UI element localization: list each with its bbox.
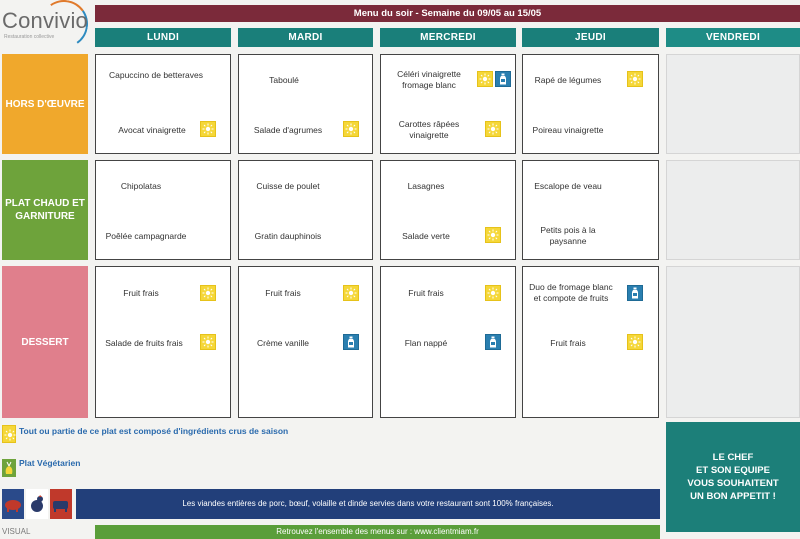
dish-mardi-dessert-2: Crème vanille — [257, 338, 309, 348]
day-header-vendredi: VENDREDI — [666, 28, 800, 47]
category-hors-doeuvre: HORS D'ŒUVRE — [2, 54, 88, 154]
cell-mercredi-hors: Céléri vinaigrette fromage blanc Carotte… — [380, 54, 516, 154]
dish-mercredi-hors-1: Céléri vinaigrette fromage blanc — [397, 69, 461, 90]
chef-message: LE CHEF ET SON EQUIPE VOUS SOUHAITENT UN… — [666, 422, 800, 532]
dish-jeudi-dessert-1: Duo de fromage blanc et compote de fruit… — [529, 282, 613, 303]
dish-lundi-dessert-2: Salade de fruits frais — [105, 338, 183, 348]
bottom-left-text: VISUAL — [2, 527, 31, 536]
menu-title: Menu du soir - Semaine du 09/05 au 15/05 — [95, 5, 800, 22]
dish-mardi-hors-2: Salade d'agrumes — [253, 125, 323, 135]
dish-lundi-plat-1: Chipolatas — [120, 181, 162, 191]
chef-line-1: LE CHEF — [712, 452, 754, 463]
cell-mercredi-plat: Lasagnes Salade verte — [380, 160, 516, 260]
cell-mardi-dessert: Fruit frais Crème vanille — [238, 266, 373, 418]
cell-mardi-hors: Taboulé Salade d'agrumes — [238, 54, 373, 154]
sun-icon — [343, 121, 359, 137]
convivio-logo: Convivio Restauration collective — [2, 0, 92, 52]
dish-jeudi-hors-1: Rapé de légumes — [534, 75, 602, 85]
cow-icon — [50, 489, 72, 519]
sun-icon — [200, 334, 216, 350]
chef-line-2: ET SON EQUIPE — [696, 465, 770, 476]
logo-tagline: Restauration collective — [4, 34, 55, 40]
day-header-jeudi: JEUDI — [522, 28, 659, 47]
meat-origin-icons — [2, 489, 72, 519]
sun-icon — [485, 285, 501, 301]
category-plat-chaud: PLAT CHAUD ET GARNITURE — [2, 160, 88, 260]
milk-bottle-icon — [343, 334, 359, 350]
cell-mercredi-dessert: Fruit frais Flan nappé — [380, 266, 516, 418]
cell-jeudi-dessert: Duo de fromage blanc et compote de fruit… — [522, 266, 659, 418]
cell-mardi-plat: Cuisse de poulet Gratin dauphinois — [238, 160, 373, 260]
chef-line-3: VOUS SOUHAITENT — [687, 478, 779, 489]
cell-vendredi-plat — [666, 160, 800, 260]
dish-jeudi-hors-2: Poireau vinaigrette — [532, 125, 604, 135]
cell-lundi-plat: Chipolatas Poêlée campagnarde — [95, 160, 231, 260]
dish-mercredi-dessert-1: Fruit frais — [408, 288, 444, 298]
dish-mercredi-dessert-2: Flan nappé — [404, 338, 448, 348]
dish-jeudi-dessert-2: Fruit frais — [550, 338, 586, 348]
dish-jeudi-plat-1: Escalope de veau — [534, 181, 602, 191]
dish-jeudi-plat-2: Petits pois à la paysanne — [540, 225, 596, 246]
sun-icon — [2, 425, 16, 443]
legend-vegetarian: Plat Végétarien — [19, 458, 81, 468]
dish-mercredi-plat-2: Salade verte — [402, 231, 450, 241]
dish-mardi-dessert-1: Fruit frais — [265, 288, 301, 298]
cell-vendredi-dessert — [666, 266, 800, 418]
dish-mardi-plat-2: Gratin dauphinois — [254, 231, 322, 241]
day-header-lundi: LUNDI — [95, 28, 231, 47]
sun-icon — [477, 71, 493, 87]
dish-mercredi-hors-2: Carottes râpées vinaigrette — [398, 119, 460, 140]
dish-lundi-hors-1: Capuccino de betteraves — [108, 70, 204, 80]
chicken-icon — [26, 489, 48, 519]
sun-icon — [485, 121, 501, 137]
cell-lundi-dessert: Fruit frais Salade de fruits frais — [95, 266, 231, 418]
website-bar: Retrouvez l'ensemble des menus sur : www… — [95, 525, 660, 539]
sun-icon — [200, 285, 216, 301]
meat-origin-banner: Les viandes entières de porc, bœuf, vola… — [76, 489, 660, 519]
milk-bottle-icon — [495, 71, 511, 87]
dish-lundi-plat-2: Poêlée campagnarde — [105, 231, 187, 241]
chef-line-4: UN BON APPETIT ! — [690, 491, 776, 502]
dish-lundi-hors-2: Avocat vinaigrette — [118, 125, 186, 135]
cell-jeudi-hors: Rapé de légumes Poireau vinaigrette — [522, 54, 659, 154]
sun-icon — [627, 71, 643, 87]
day-header-mardi: MARDI — [238, 28, 373, 47]
dish-mercredi-plat-1: Lasagnes — [407, 181, 445, 191]
cell-jeudi-plat: Escalope de veau Petits pois à la paysan… — [522, 160, 659, 260]
dish-mardi-plat-1: Cuisse de poulet — [256, 181, 320, 191]
cell-vendredi-hors — [666, 54, 800, 154]
cell-lundi-hors: Capuccino de betteraves Avocat vinaigret… — [95, 54, 231, 154]
dish-mardi-hors-1: Taboulé — [269, 75, 299, 85]
logo-text: Convivio — [2, 8, 88, 33]
milk-bottle-icon — [627, 285, 643, 301]
category-dessert: DESSERT — [2, 266, 88, 418]
legend-seasonal: Tout ou partie de ce plat est composé d'… — [19, 426, 289, 436]
sun-icon — [200, 121, 216, 137]
sun-icon — [627, 334, 643, 350]
vegetable-icon — [2, 459, 16, 477]
day-header-mercredi: MERCREDI — [380, 28, 516, 47]
pig-icon — [2, 489, 24, 519]
dish-lundi-dessert-1: Fruit frais — [123, 288, 159, 298]
sun-icon — [485, 227, 501, 243]
sun-icon — [343, 285, 359, 301]
milk-bottle-icon — [485, 334, 501, 350]
